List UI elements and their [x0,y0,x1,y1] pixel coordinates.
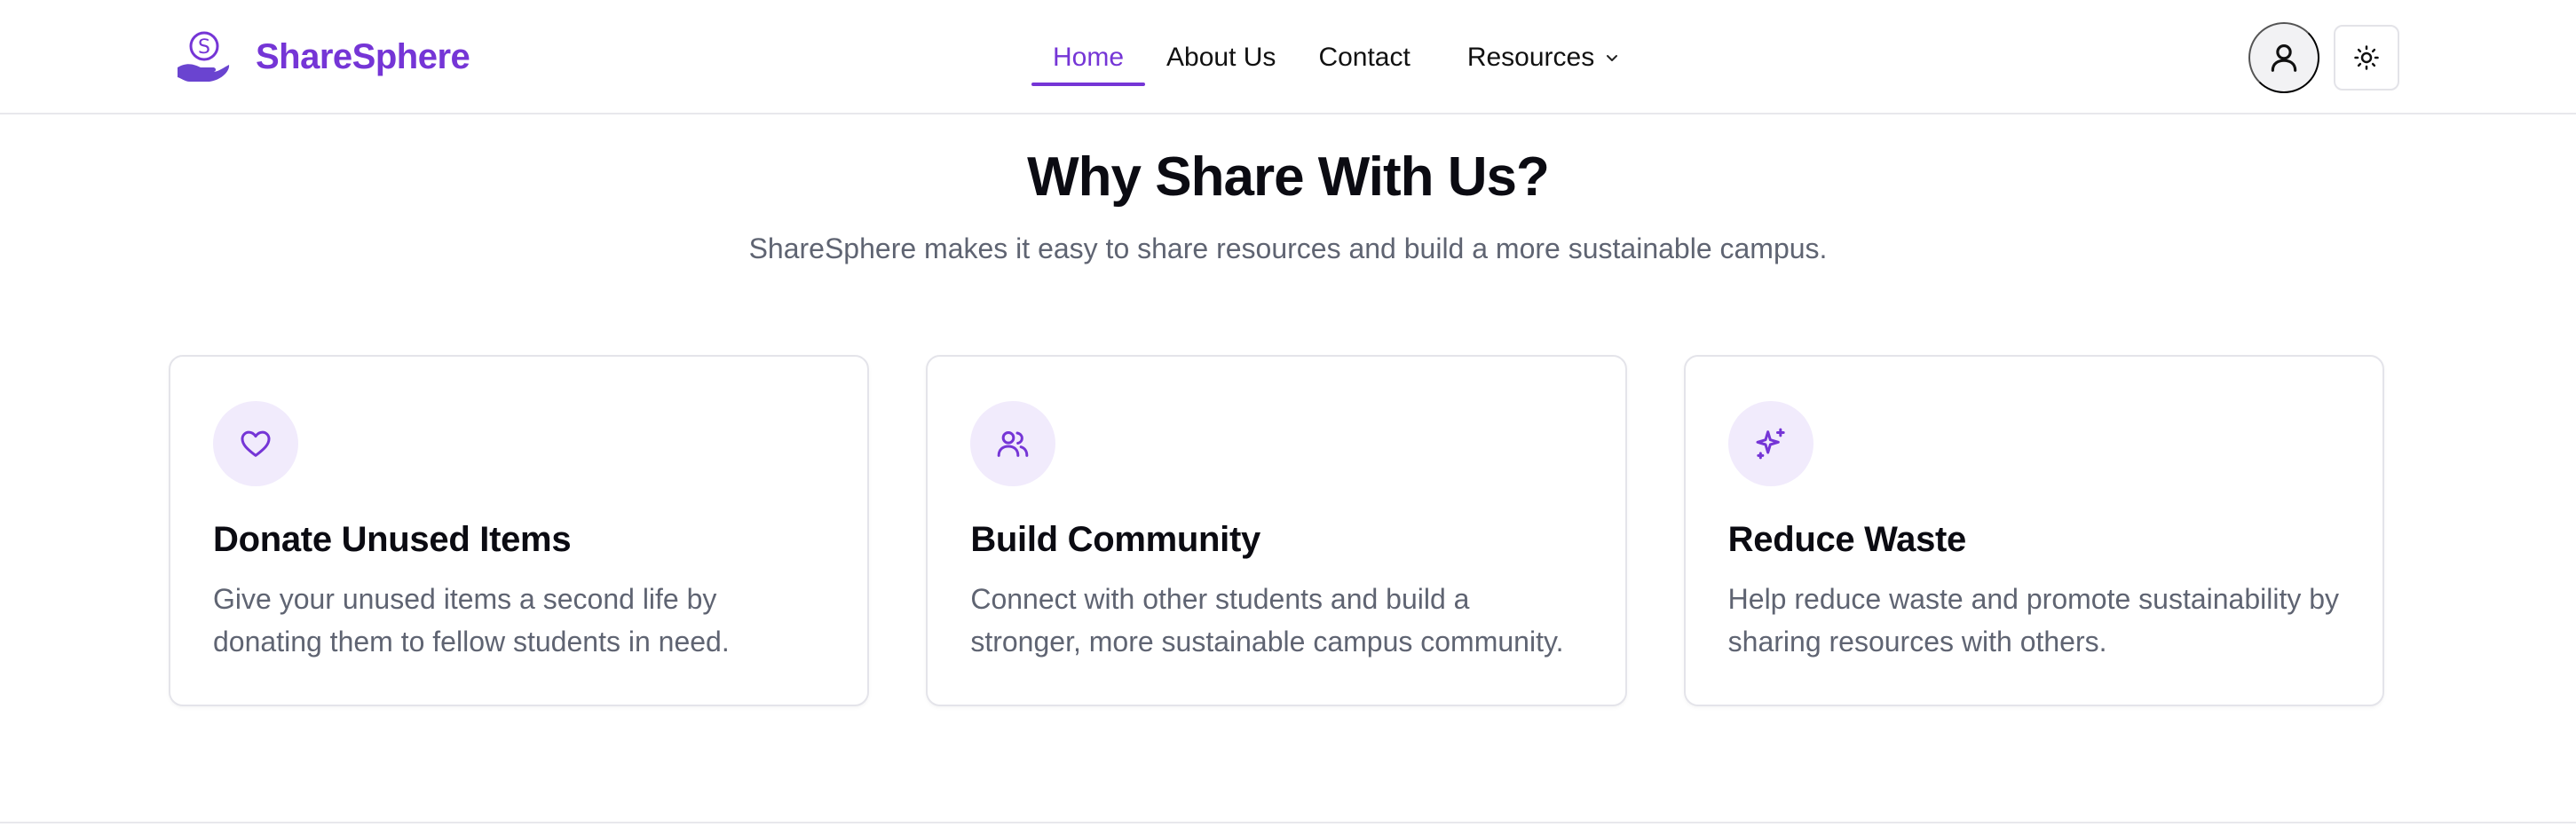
section-subtitle: ShareSphere makes it easy to share resou… [748,232,1828,264]
sparkles-icon [1756,428,1785,460]
feature-card-reduce-waste: Reduce Waste Help reduce waste and promo… [1683,355,2384,706]
feature-icon-circle [1727,401,1813,486]
card-title: Reduce Waste [1727,520,1967,559]
card-description: Connect with other students and build a … [970,583,1564,658]
card-description: Give your unused items a second life by … [213,583,730,658]
feature-card-donate: Donate Unused Items Give your unused ite… [169,355,870,706]
section-title: Why Share With Us? [1027,146,1550,208]
nav-resources-dropdown[interactable]: Resources [1432,0,1642,114]
users-icon [997,431,1029,457]
heart-icon [241,430,271,457]
svg-text:S: S [198,36,210,59]
card-description: Help reduce waste and promote sustainabi… [1727,583,2340,658]
card-title: Donate Unused Items [213,520,572,559]
brand-link[interactable]: S ShareSphere [174,25,470,89]
card-title: Build Community [970,520,1260,559]
chevron-down-icon [1607,54,1618,61]
nav-home[interactable]: Home [1031,0,1146,114]
user-icon [2271,43,2297,72]
nav-contact[interactable]: Contact [1297,0,1431,114]
nav-resources-label: Resources [1466,42,1595,72]
main-nav: Home About Us Contact Resources [1031,0,1642,114]
feature-cards: Donate Unused Items Give your unused ite… [169,355,2384,706]
sun-icon [2354,45,2379,70]
feature-icon-circle [970,401,1056,486]
hand-coin-icon: S [178,31,230,82]
feature-icon-circle [213,401,298,486]
feature-card-community: Build Community Connect with other stude… [926,355,1627,706]
theme-toggle-button[interactable] [2334,25,2399,91]
user-account-button[interactable] [2248,22,2319,93]
nav-about-us[interactable]: About Us [1145,0,1297,114]
section-divider [0,822,2576,823]
site-header: S ShareSphere Home About Us Contact Reso… [0,0,2576,114]
brand-name: ShareSphere [256,36,470,76]
